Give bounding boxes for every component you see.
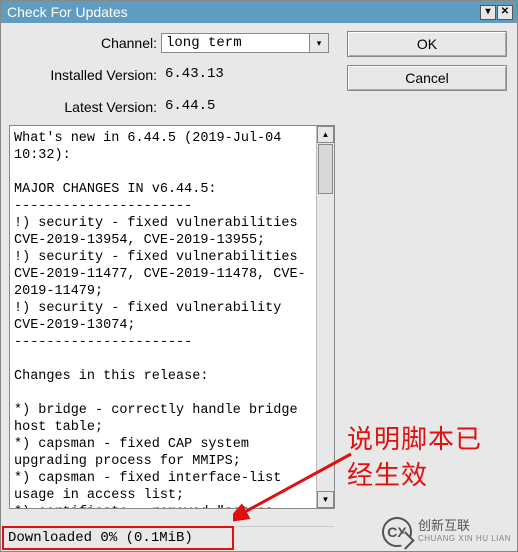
channel-label: Channel: — [11, 35, 161, 51]
latest-row: Latest Version: 6.44.5 — [11, 95, 507, 119]
annotation-text: 说明脚本已经生效 — [347, 421, 507, 493]
watermark-en: CHUANG XIN HU LIAN — [418, 532, 511, 545]
status-divider — [235, 526, 334, 550]
scroll-thumb[interactable] — [318, 144, 333, 194]
scrollbar[interactable]: ▲ ▼ — [316, 126, 334, 508]
chevron-down-icon[interactable]: ▾ — [309, 33, 329, 53]
changelog-panel: What's new in 6.44.5 (2019-Jul-04 10:32)… — [9, 125, 335, 509]
latest-value: 6.44.5 — [161, 97, 325, 117]
ok-button[interactable]: OK — [347, 31, 507, 57]
update-dialog: Check For Updates ▾ ✕ Channel: long term… — [0, 0, 518, 552]
channel-select[interactable]: long term ▾ — [161, 33, 329, 53]
status-bar: Downloaded 0% (0.1MiB) — [2, 526, 234, 550]
watermark-text: 创新互联 CHUANG XIN HU LIAN — [418, 519, 511, 545]
titlebar: Check For Updates ▾ ✕ — [1, 1, 517, 23]
close-icon[interactable]: ✕ — [497, 5, 513, 20]
cancel-button[interactable]: Cancel — [347, 65, 507, 91]
watermark: CX 创新互联 CHUANG XIN HU LIAN — [382, 517, 511, 547]
installed-label: Installed Version: — [11, 67, 161, 83]
window-title: Check For Updates — [5, 1, 128, 23]
installed-value: 6.43.13 — [161, 65, 325, 85]
channel-value[interactable]: long term — [161, 33, 309, 53]
scroll-down-icon[interactable]: ▼ — [317, 491, 334, 508]
scroll-up-icon[interactable]: ▲ — [317, 126, 334, 143]
watermark-cn: 创新互联 — [418, 519, 511, 532]
watermark-logo-icon: CX — [382, 517, 412, 547]
button-column: OK Cancel — [347, 31, 507, 91]
latest-label: Latest Version: — [11, 99, 161, 115]
changelog-text[interactable]: What's new in 6.44.5 (2019-Jul-04 10:32)… — [10, 126, 316, 508]
download-status-text: Downloaded 0% (0.1MiB) — [8, 530, 193, 546]
window-controls: ▾ ✕ — [480, 5, 513, 20]
minimize-icon[interactable]: ▾ — [480, 5, 496, 20]
